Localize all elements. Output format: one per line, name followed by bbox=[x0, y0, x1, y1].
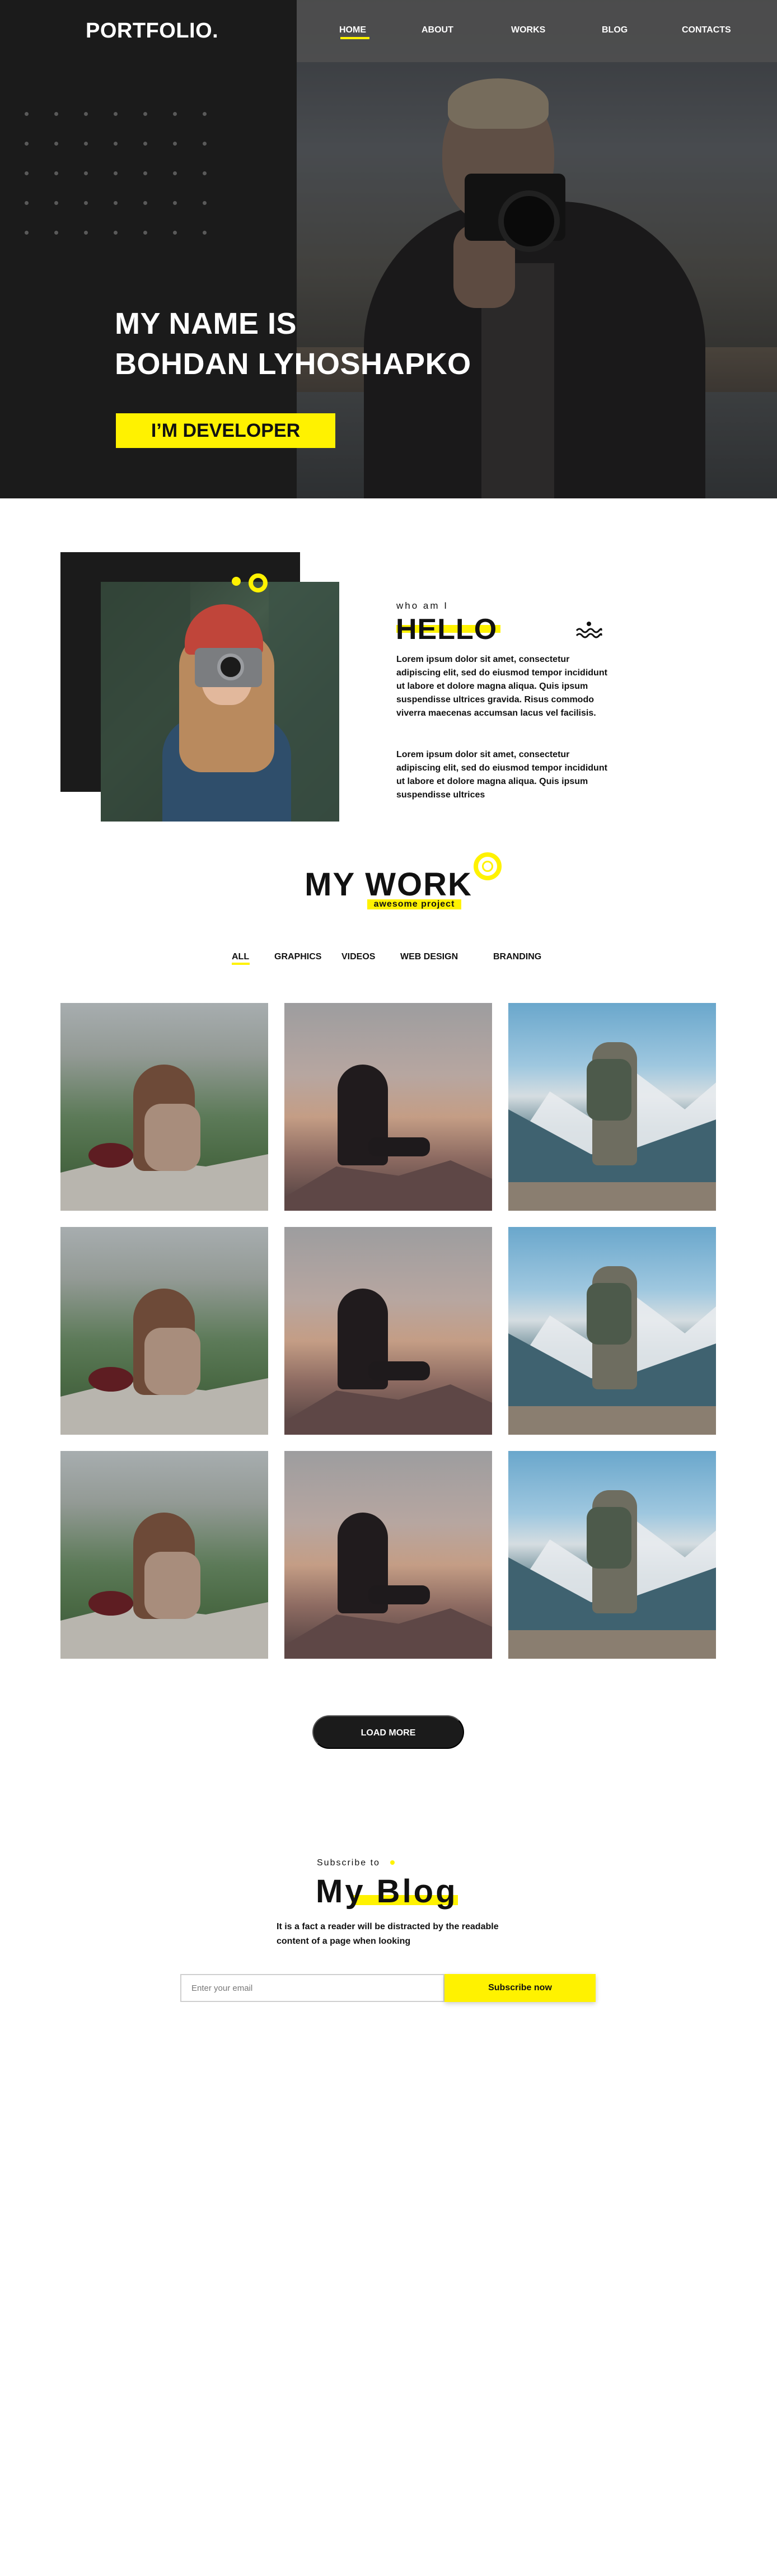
subscribe-button[interactable]: Subscribe now bbox=[444, 1974, 596, 2002]
dot-pattern-dot bbox=[54, 171, 58, 175]
dot-pattern-dot bbox=[203, 231, 207, 235]
dot-pattern-dot bbox=[203, 171, 207, 175]
dot-pattern-dot bbox=[114, 171, 118, 175]
dot-pattern-dot bbox=[143, 112, 147, 116]
filter-active-indicator bbox=[232, 963, 250, 965]
filter-graphics[interactable]: GRAPHICS bbox=[274, 952, 321, 962]
about-paragraph-1: Lorem ipsum dolor sit amet, consectetur … bbox=[396, 655, 607, 718]
dot-pattern-dot bbox=[173, 231, 177, 235]
dot-pattern-dot bbox=[25, 231, 29, 235]
work-title: MY WORK bbox=[305, 866, 472, 903]
dot-pattern-dot bbox=[84, 112, 88, 116]
portfolio-item[interactable] bbox=[284, 1227, 492, 1435]
ring-icon bbox=[249, 573, 268, 592]
filter-branding[interactable]: BRANDING bbox=[493, 952, 541, 962]
work-subtitle: awesome project bbox=[373, 899, 455, 909]
portfolio-item[interactable] bbox=[508, 1227, 716, 1435]
hero-section: MY NAME IS BOHDAN LYHOSHAPKO I’M DEVELOP… bbox=[0, 0, 777, 498]
portfolio-item[interactable] bbox=[284, 1451, 492, 1659]
dot-pattern-dot bbox=[54, 112, 58, 116]
email-field[interactable] bbox=[180, 1974, 444, 2002]
dot-pattern-dot bbox=[173, 201, 177, 205]
portfolio-item[interactable] bbox=[284, 1003, 492, 1211]
yellow-dot-icon bbox=[232, 577, 241, 586]
portfolio-item[interactable] bbox=[508, 1451, 716, 1659]
dot-pattern-dot bbox=[143, 142, 147, 146]
dot-pattern bbox=[25, 112, 215, 241]
dot-pattern-dot bbox=[25, 112, 29, 116]
filter-web-design[interactable]: WEB DESIGN bbox=[400, 952, 458, 962]
dot-pattern-dot bbox=[173, 142, 177, 146]
dot-pattern-dot bbox=[203, 112, 207, 116]
portfolio-item[interactable] bbox=[60, 1451, 268, 1659]
nav-link-about[interactable]: ABOUT bbox=[422, 25, 453, 35]
dot-pattern-dot bbox=[203, 201, 207, 205]
dot-pattern-dot bbox=[84, 201, 88, 205]
about-label: who am I bbox=[396, 600, 448, 611]
filter-videos[interactable]: VIDEOS bbox=[341, 952, 375, 962]
dot-pattern-dot bbox=[54, 231, 58, 235]
hero-role-badge: I’M DEVELOPER bbox=[116, 413, 335, 448]
dot-pattern-dot bbox=[25, 201, 29, 205]
portfolio-item[interactable] bbox=[508, 1003, 716, 1211]
navbar: PORTFOLIO. HOME ABOUT WORKS BLOG CONTACT… bbox=[0, 0, 777, 62]
blog-title: My Blog bbox=[316, 1873, 458, 1910]
dot-pattern-dot bbox=[173, 171, 177, 175]
nav-link-contacts[interactable]: CONTACTS bbox=[682, 25, 731, 35]
dot-pattern-dot bbox=[143, 171, 147, 175]
dot-pattern-dot bbox=[84, 142, 88, 146]
blog-description: It is a fact a reader will be distracted… bbox=[277, 1922, 499, 1946]
about-heading: HELLO bbox=[396, 613, 498, 646]
about-photo-girl-camera bbox=[101, 582, 339, 822]
nav-link-works[interactable]: WORKS bbox=[511, 25, 545, 35]
yellow-dot-icon bbox=[390, 1860, 395, 1865]
hero-title-line1: MY NAME IS bbox=[115, 307, 297, 340]
dot-pattern-dot bbox=[203, 142, 207, 146]
dot-pattern-dot bbox=[54, 142, 58, 146]
hero-title: MY NAME IS BOHDAN LYHOSHAPKO bbox=[115, 304, 471, 384]
about-paragraph-2: Lorem ipsum dolor sit amet, consectetur … bbox=[396, 750, 607, 800]
dot-pattern-dot bbox=[173, 112, 177, 116]
dot-pattern-dot bbox=[84, 171, 88, 175]
hero-photo-overlay bbox=[297, 0, 777, 498]
dot-pattern-dot bbox=[114, 231, 118, 235]
hero-title-line2: BOHDAN LYHOSHAPKO bbox=[115, 347, 471, 381]
dot-pattern-dot bbox=[114, 142, 118, 146]
portfolio-grid bbox=[60, 1003, 716, 1659]
nav-link-home[interactable]: HOME bbox=[339, 25, 366, 35]
dot-pattern-dot bbox=[25, 171, 29, 175]
dot-pattern-dot bbox=[143, 231, 147, 235]
dot-pattern-dot bbox=[54, 201, 58, 205]
portfolio-item[interactable] bbox=[60, 1227, 268, 1435]
dot-pattern-dot bbox=[114, 201, 118, 205]
portfolio-item[interactable] bbox=[60, 1003, 268, 1211]
nav-link-blog[interactable]: BLOG bbox=[602, 25, 628, 35]
dot-pattern-dot bbox=[143, 201, 147, 205]
dot-pattern-dot bbox=[25, 142, 29, 146]
load-more-button[interactable]: LOAD MORE bbox=[312, 1715, 464, 1749]
nav-active-indicator bbox=[340, 37, 369, 39]
waves-icon bbox=[575, 622, 602, 638]
subscribe-label: Subscribe to bbox=[317, 1858, 380, 1868]
logo[interactable]: PORTFOLIO. bbox=[86, 19, 218, 43]
dot-pattern-dot bbox=[84, 231, 88, 235]
dot-pattern-dot bbox=[114, 112, 118, 116]
filter-all[interactable]: ALL bbox=[232, 952, 249, 962]
